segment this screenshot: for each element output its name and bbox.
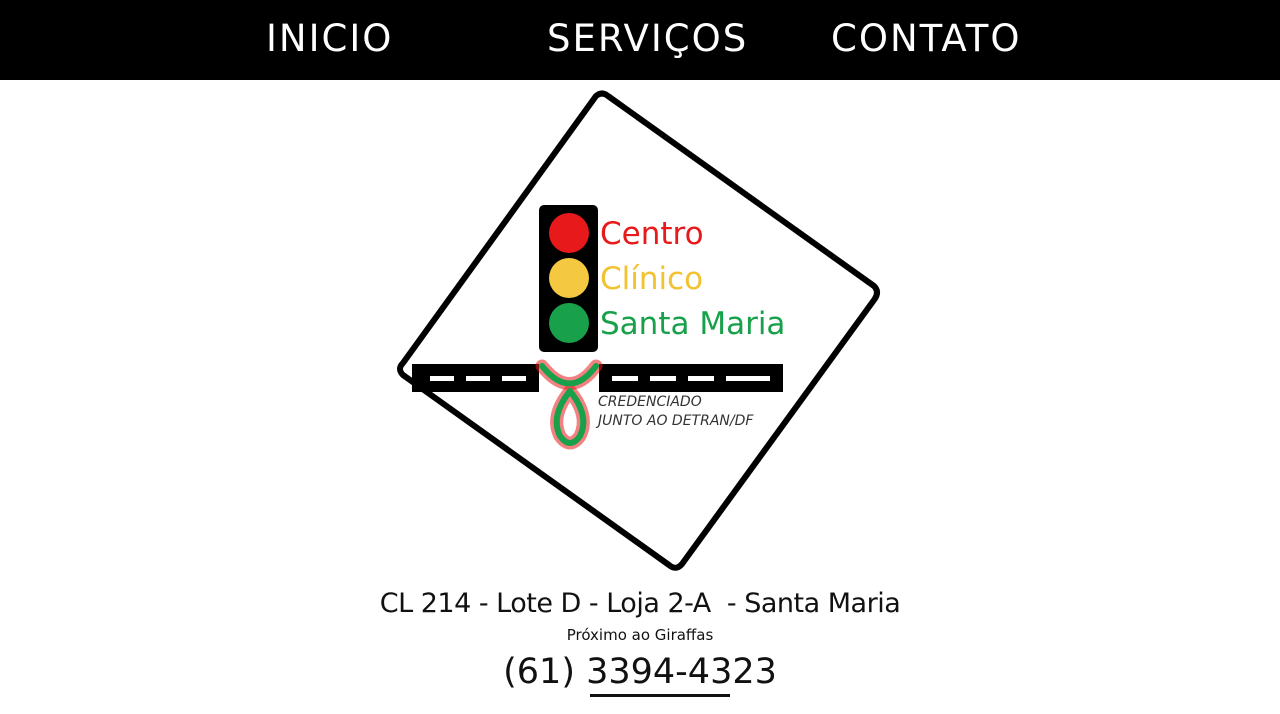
logo-graphic: Centro Clínico Santa Maria CREDENCIADO J… xyxy=(397,90,880,571)
phone-link[interactable]: (61) 3394-4323 xyxy=(0,652,1280,692)
top-navbar: INICIO SERVIÇOS CONTATO xyxy=(0,0,1280,80)
nav-link-inicio[interactable]: INICIO xyxy=(266,14,393,64)
phone-underline xyxy=(590,694,730,697)
nav-link-servicos[interactable]: SERVIÇOS xyxy=(547,14,748,64)
clinic-logo: Centro Clínico Santa Maria CREDENCIADO J… xyxy=(390,86,890,576)
traffic-light-icon xyxy=(539,205,598,352)
logo-line-clinico: Clínico xyxy=(600,261,703,297)
clinic-address: CL 214 - Lote D - Loja 2-A - Santa Maria xyxy=(379,588,901,619)
logo-badge-detran: JUNTO AO DETRAN/DF xyxy=(595,413,754,429)
logo-line-centro: Centro xyxy=(600,216,704,252)
nav-link-contato[interactable]: CONTATO xyxy=(831,14,1022,64)
address-reference: Próximo ao Giraffas xyxy=(566,626,714,644)
logo-line-santa-maria: Santa Maria xyxy=(600,306,785,342)
logo-badge-credenciado: CREDENCIADO xyxy=(598,394,702,410)
